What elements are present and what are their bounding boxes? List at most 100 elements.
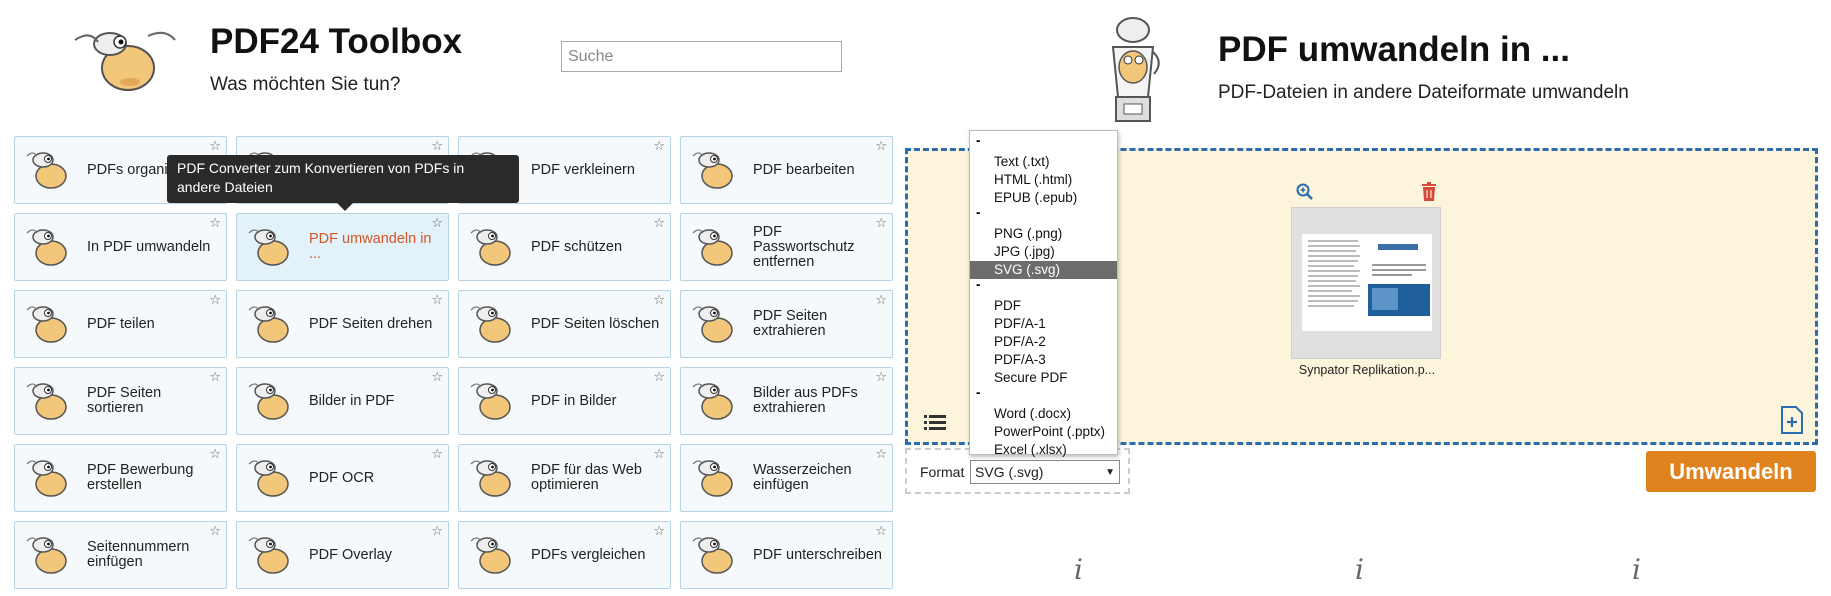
add-file-icon[interactable]: [1780, 406, 1804, 434]
dropdown-option[interactable]: EPUB (.epub): [970, 189, 1117, 207]
tool-tile[interactable]: Bilder aus PDFs extrahieren ☆: [680, 367, 893, 435]
tool-label: PDF OCR: [309, 469, 375, 486]
tool-label: PDF in Bilder: [531, 392, 617, 409]
favorite-star-icon[interactable]: ☆: [431, 447, 443, 460]
dropdown-option[interactable]: Text (.txt): [970, 153, 1117, 171]
dropdown-option[interactable]: Excel (.xlsx): [970, 441, 1117, 459]
favorite-star-icon[interactable]: ☆: [875, 139, 887, 152]
tool-label: PDF bearbeiten: [753, 161, 855, 178]
tool-tile[interactable]: PDF OCR ☆: [236, 444, 449, 512]
sheep-icon: [26, 152, 67, 189]
converter-panel: PDF umwandeln in ... PDF-Dateien in ande…: [900, 0, 1831, 596]
tool-label: PDF Passwortschutz entfernen: [753, 223, 855, 270]
favorite-star-icon[interactable]: ☆: [653, 447, 665, 460]
tool-label: PDF verkleinern: [531, 161, 635, 178]
sheep-icon: [248, 537, 289, 574]
chevron-down-icon: ▼: [1105, 466, 1115, 478]
tool-label: PDFs vergleichen: [531, 546, 646, 563]
favorite-star-icon[interactable]: ☆: [875, 447, 887, 460]
zoom-in-icon[interactable]: [1296, 183, 1314, 201]
tool-tile[interactable]: PDFs vergleichen ☆: [458, 521, 671, 589]
tool-label: PDF für das Web optimieren: [531, 462, 642, 493]
trash-icon[interactable]: [1421, 182, 1437, 201]
format-select[interactable]: SVG (.svg) ▼: [970, 460, 1120, 484]
tool-tile[interactable]: In PDF umwandeln ☆: [14, 213, 227, 281]
sheep-icon: [692, 306, 733, 343]
favorite-star-icon[interactable]: ☆: [431, 370, 443, 383]
favorite-star-icon[interactable]: ☆: [653, 216, 665, 229]
favorite-star-icon[interactable]: ☆: [875, 370, 887, 383]
favorite-star-icon[interactable]: ☆: [875, 524, 887, 537]
sheep-board-icon: [26, 460, 67, 497]
favorite-star-icon[interactable]: ☆: [653, 293, 665, 306]
tool-tile[interactable]: PDF Seiten sortieren ☆: [14, 367, 227, 435]
sheep-icon: [470, 460, 511, 497]
search-input[interactable]: [561, 41, 842, 72]
dropdown-option[interactable]: PDF: [970, 297, 1117, 315]
tool-tile[interactable]: Wasserzeichen einfügen ☆: [680, 444, 893, 512]
dropdown-option[interactable]: Word (.docx): [970, 405, 1117, 423]
dropdown-option[interactable]: JPG (.jpg): [970, 243, 1117, 261]
favorite-star-icon[interactable]: ☆: [209, 524, 221, 537]
list-view-icon[interactable]: [924, 413, 946, 431]
favorite-star-icon[interactable]: ☆: [653, 139, 665, 152]
favorite-star-icon[interactable]: ☆: [209, 216, 221, 229]
sheep-logo-icon: [74, 31, 176, 91]
favorite-star-icon[interactable]: ☆: [653, 370, 665, 383]
tool-tile[interactable]: PDF Seiten drehen ☆: [236, 290, 449, 358]
info-icon[interactable]: i: [1074, 553, 1083, 586]
format-label: Format: [920, 464, 965, 480]
info-icon[interactable]: i: [1355, 553, 1364, 586]
favorite-star-icon[interactable]: ☆: [209, 370, 221, 383]
tool-label: Seitennummern einfügen: [87, 539, 190, 570]
dropdown-separator: -: [976, 205, 981, 220]
dropdown-option[interactable]: PDF/A-3: [970, 351, 1117, 369]
convert-button[interactable]: Umwandeln: [1646, 451, 1816, 492]
favorite-star-icon[interactable]: ☆: [209, 139, 221, 152]
sheep-book-icon: [470, 306, 511, 343]
tool-tile[interactable]: PDF Passwortschutz entfernen ☆: [680, 213, 893, 281]
sheep-icon: [692, 229, 733, 266]
tool-label: Wasserzeichen einfügen: [753, 462, 852, 493]
tool-tile[interactable]: PDF in Bilder ☆: [458, 367, 671, 435]
format-dropdown-list: - Text (.txt) HTML (.html) EPUB (.epub) - PNG…: [969, 130, 1118, 457]
favorite-star-icon[interactable]: ☆: [431, 216, 443, 229]
favorite-star-icon[interactable]: ☆: [431, 139, 443, 152]
tool-tile[interactable]: PDF für das Web optimieren ☆: [458, 444, 671, 512]
info-icon[interactable]: i: [1632, 553, 1641, 586]
favorite-star-icon[interactable]: ☆: [875, 216, 887, 229]
file-thumbnail[interactable]: [1291, 207, 1441, 359]
tool-tile[interactable]: PDF Bewerbung erstellen ☆: [14, 444, 227, 512]
dropdown-option[interactable]: PDF/A-1: [970, 315, 1117, 333]
dropdown-option[interactable]: PDF/A-2: [970, 333, 1117, 351]
dropdown-option[interactable]: Secure PDF: [970, 369, 1117, 387]
tool-tile[interactable]: PDF umwandeln in ... ☆: [236, 213, 449, 281]
dropdown-option[interactable]: SVG (.svg): [970, 261, 1117, 279]
favorite-star-icon[interactable]: ☆: [875, 293, 887, 306]
tool-tile[interactable]: Seitennummern einfügen ☆: [14, 521, 227, 589]
favorite-star-icon[interactable]: ☆: [653, 524, 665, 537]
dropdown-option[interactable]: PNG (.png): [970, 225, 1117, 243]
sheep-icon: [248, 460, 289, 497]
tool-tile[interactable]: PDF bearbeiten ☆: [680, 136, 893, 204]
dropdown-option[interactable]: PowerPoint (.pptx): [970, 423, 1117, 441]
favorite-star-icon[interactable]: ☆: [209, 293, 221, 306]
favorite-star-icon[interactable]: ☆: [209, 447, 221, 460]
dropdown-option[interactable]: HTML (.html): [970, 171, 1117, 189]
favorite-star-icon[interactable]: ☆: [431, 524, 443, 537]
sheep-icon: [248, 306, 289, 343]
tool-tile[interactable]: PDF Seiten löschen ☆: [458, 290, 671, 358]
tool-tile[interactable]: PDF schützen ☆: [458, 213, 671, 281]
tool-label: Bilder in PDF: [309, 392, 395, 409]
tool-label: PDF umwandeln in ...: [309, 231, 432, 262]
format-selected-value: SVG (.svg): [975, 464, 1044, 480]
tool-tile[interactable]: PDF unterschreiben ☆: [680, 521, 893, 589]
tool-tile[interactable]: PDF Overlay ☆: [236, 521, 449, 589]
tool-label: PDF unterschreiben: [753, 546, 882, 563]
tool-tile[interactable]: Bilder in PDF ☆: [236, 367, 449, 435]
pdf-page-preview: [1302, 234, 1432, 331]
tool-tile[interactable]: PDF teilen ☆: [14, 290, 227, 358]
tool-tile[interactable]: PDF Seiten extrahieren ☆: [680, 290, 893, 358]
tool-title: PDF umwandeln in ...: [1218, 30, 1570, 69]
favorite-star-icon[interactable]: ☆: [431, 293, 443, 306]
